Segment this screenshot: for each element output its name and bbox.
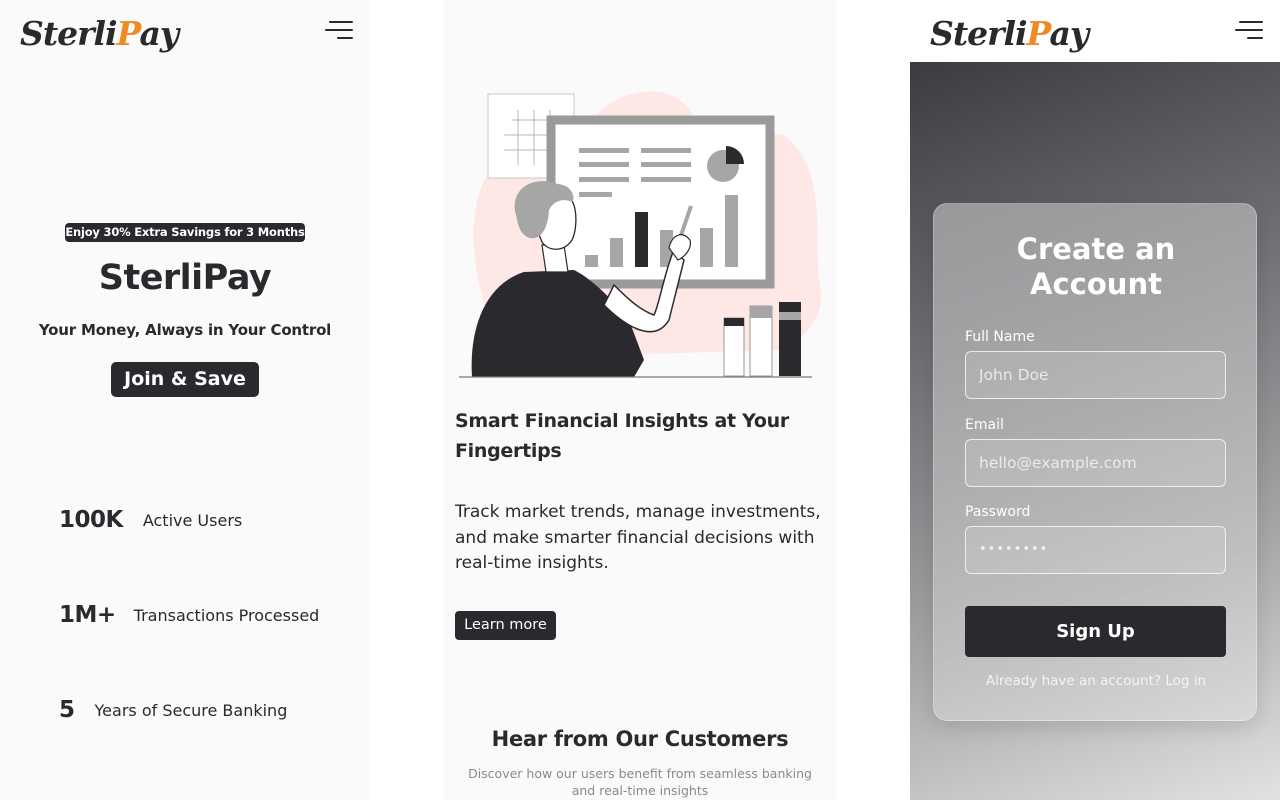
stat-value: 1M+ <box>59 602 116 628</box>
stat-label: Transactions Processed <box>133 605 320 625</box>
logo-text-accent: P <box>1026 14 1051 53</box>
email-field[interactable] <box>965 439 1226 487</box>
stat-label: Active Users <box>142 510 243 530</box>
full-name-label: Full Name <box>965 329 1035 345</box>
logo-text-tail: ay <box>1049 14 1089 53</box>
feature-panel: Smart Financial Insights at Your Fingert… <box>444 0 836 800</box>
stat-label: Years of Secure Banking <box>94 700 288 720</box>
login-prompt-text: Already have an account? <box>985 673 1162 689</box>
logo-text-tail: ay <box>139 14 179 53</box>
login-prompt: Already have an account? Log in <box>934 673 1258 689</box>
signup-title: Create an Account <box>934 232 1258 302</box>
feature-title: Smart Financial Insights at Your Fingert… <box>455 410 789 462</box>
logo[interactable]: SterliPay <box>930 14 1089 53</box>
sign-up-button[interactable]: Sign Up <box>965 606 1226 657</box>
email-label: Email <box>965 417 1004 433</box>
testimonials-subtitle: Discover how our users benefit from seam… <box>468 766 812 798</box>
hamburger-menu-icon[interactable] <box>1233 20 1263 42</box>
hero-panel: SterliPay Enjoy 30% Extra Savings for 3 … <box>0 0 370 800</box>
password-label: Password <box>965 504 1031 520</box>
logo-text-main: Sterli <box>930 14 1028 53</box>
stat-item: 100K Active Users <box>59 507 242 533</box>
logo[interactable]: SterliPay <box>20 14 179 53</box>
stat-value: 5 <box>59 697 75 723</box>
logo-text-main: Sterli <box>20 14 118 53</box>
person-presenting-chart-illustration <box>459 91 821 378</box>
hero-title: SterliPay <box>98 258 272 298</box>
signup-panel: SterliPay Create an Account Full Name Em… <box>910 0 1280 800</box>
signup-title-text: Create an Account <box>1016 232 1176 301</box>
password-field[interactable]: •••••••• <box>965 526 1226 574</box>
logo-text-accent: P <box>116 14 141 53</box>
stat-value: 100K <box>59 507 123 533</box>
log-in-link[interactable]: Log in <box>1165 673 1206 689</box>
hero-subtitle: Your Money, Always in Your Control <box>38 321 332 339</box>
signup-card: Create an Account Full Name Email Passwo… <box>933 203 1257 721</box>
hamburger-menu-icon[interactable] <box>323 20 353 42</box>
stat-item: 5 Years of Secure Banking <box>59 697 287 723</box>
feature-description: Track market trends, manage investments,… <box>455 502 821 573</box>
learn-more-button[interactable]: Learn more <box>455 611 556 640</box>
join-save-button[interactable]: Join & Save <box>111 362 259 397</box>
promo-badge: Enjoy 30% Extra Savings for 3 Months <box>65 223 305 242</box>
full-name-field[interactable] <box>965 351 1226 399</box>
testimonials-title: Hear from Our Customers <box>491 727 789 751</box>
stat-item: 1M+ Transactions Processed <box>59 602 319 628</box>
